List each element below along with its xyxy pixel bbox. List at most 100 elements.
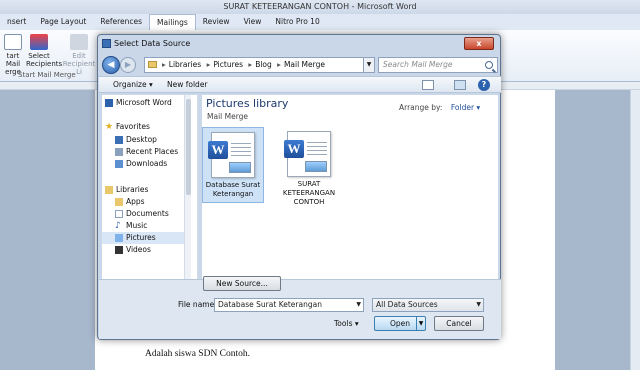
search-input[interactable]: Search Mail Merge [378,57,498,73]
nav-item-music[interactable]: ♪ Music [102,220,188,232]
document-body-text: Adalah siswa SDN Contoh. [145,349,251,359]
breadcrumb-separator: ▸ [206,60,211,69]
nav-label: Favorites [116,122,150,131]
nav-item-recent-places[interactable]: Recent Places [102,146,188,158]
dialog-footer: New Source... File name: Database Surat … [99,276,501,339]
recipients-icon [30,34,48,50]
search-icon [485,61,493,69]
file-name: Database Surat Keterangan [205,181,261,198]
tab-view[interactable]: View [237,14,269,30]
forward-button[interactable]: ▶ [120,57,136,73]
breadcrumb-separator: ▸ [248,60,253,69]
dialog-title: Select Data Source [114,39,191,48]
pictures-icon [115,234,123,242]
nav-item-downloads[interactable]: Downloads [102,158,188,170]
arrange-by: Arrange by: Folder ▾ [399,103,480,112]
new-folder-button[interactable]: New folder [167,77,208,93]
address-bar[interactable]: ▸ Libraries ▸ Pictures ▸ Blog ▸ Mail Merge [144,57,364,73]
downloads-icon [115,160,123,168]
breadcrumb-separator: ▸ [277,60,281,69]
chevron-down-icon: ▼ [476,301,481,308]
tab-mailings[interactable]: Mailings [149,14,196,30]
start-mail-merge-button[interactable]: tart Mail erge [0,34,26,76]
cancel-button[interactable]: Cancel [434,316,484,331]
new-source-button[interactable]: New Source... [203,276,281,291]
word-icon [105,99,113,107]
breadcrumb-pictures[interactable]: Pictures [213,60,243,69]
ribbon-group-label: Start Mail Merge [18,71,76,79]
nav-label: Documents [126,209,169,218]
view-options-icon[interactable] [422,80,434,90]
nav-label: Libraries [116,185,149,194]
tab-page-layout[interactable]: Page Layout [33,14,93,30]
word-document-icon: W [208,132,255,178]
nav-item-documents[interactable]: Documents [102,208,188,220]
scrollbar-thumb[interactable] [186,99,191,195]
file-name-input[interactable]: Database Surat Keterangan ▼ [214,298,364,312]
nav-pane-scrollbar[interactable] [184,95,191,279]
file-list-pane: Pictures library Mail Merge Arrange by: … [202,95,498,279]
arrange-by-label: Arrange by: [399,103,443,112]
tab-review[interactable]: Review [196,14,237,30]
preview-pane-icon[interactable] [454,80,466,90]
edit-list-icon [70,34,88,50]
nav-label: Desktop [126,135,157,144]
chevron-down-icon: ▼ [356,301,361,308]
nav-label: Downloads [126,159,168,168]
vertical-scrollbar[interactable] [630,90,640,370]
nav-item-videos[interactable]: Videos [102,244,188,256]
star-icon: ★ [105,122,114,132]
nav-item-libraries[interactable]: Libraries [102,184,188,196]
music-icon: ♪ [115,221,121,231]
tab-insert[interactable]: nsert [0,14,33,30]
organize-button[interactable]: Organize ▾ [113,77,153,93]
word-document-icon: W [284,131,331,177]
library-title: Pictures library [206,97,289,110]
file-type-select[interactable]: All Data Sources ▼ [372,298,484,312]
nav-label: Pictures [126,233,156,242]
libraries-icon [105,186,113,194]
nav-item-apps[interactable]: Apps [102,196,188,208]
open-dropdown-arrow[interactable]: ▼ [416,317,425,330]
select-data-source-dialog: Select Data Source x ◀ ▶ ▸ Libraries ▸ Pic… [97,34,501,340]
tab-references[interactable]: References [93,14,149,30]
file-item-surat-keteerangan-contoh[interactable]: W SURAT KETEERANGAN CONTOH [278,127,340,211]
nav-label: Videos [126,245,151,254]
back-button[interactable]: ◀ [102,56,120,74]
arrange-by-dropdown[interactable]: Folder ▾ [451,103,480,112]
file-name-label: File name: [178,300,217,309]
nav-item-favorites[interactable]: ★ Favorites [102,121,188,133]
tools-button[interactable]: Tools ▾ [334,319,359,328]
nav-label: Recent Places [126,147,179,156]
mail-merge-icon [4,34,22,50]
nav-item-pictures[interactable]: Pictures [102,232,188,244]
nav-label: Microsoft Word [116,98,172,107]
help-icon[interactable]: ? [478,79,490,91]
recent-places-icon [115,148,123,156]
word-window-title: SURAT KETEERANGAN CONTOH - Microsoft Wor… [223,2,417,11]
search-placeholder: Search Mail Merge [383,60,453,69]
videos-icon [115,246,123,254]
address-dropdown-button[interactable]: ▼ [364,57,375,73]
file-item-database-surat-keterangan[interactable]: W Database Surat Keterangan [202,127,264,203]
open-button[interactable]: Open ▼ [374,316,426,331]
tab-nitro-pro[interactable]: Nitro Pro 10 [268,14,326,30]
nav-label: Music [126,221,148,230]
breadcrumb-mail-merge[interactable]: Mail Merge [284,60,325,69]
address-row: ◀ ▶ ▸ Libraries ▸ Pictures ▸ Blog ▸ Mail Mer… [102,55,498,75]
breadcrumb-libraries[interactable]: Libraries [169,60,201,69]
file-name-value: Database Surat Keterangan [218,300,322,309]
desktop-icon [115,136,123,144]
breadcrumb-blog[interactable]: Blog [255,60,272,69]
close-button[interactable]: x [464,37,494,50]
edit-recipient-list-button[interactable]: Edit Recipient Li [60,34,98,76]
file-type-value: All Data Sources [376,300,438,309]
library-subtitle: Mail Merge [207,112,249,121]
file-name: SURAT KETEERANGAN CONTOH [282,180,336,206]
dialog-toolbar: Organize ▾ New folder ? [99,76,501,93]
select-recipients-button[interactable]: Select Recipients [26,34,62,68]
nav-item-desktop[interactable]: Desktop [102,134,188,146]
nav-label: Apps [126,197,145,206]
word-ribbon-tabs: nsert Page Layout References Mailings Re… [0,14,640,30]
nav-item-microsoft-word[interactable]: Microsoft Word [102,97,188,109]
